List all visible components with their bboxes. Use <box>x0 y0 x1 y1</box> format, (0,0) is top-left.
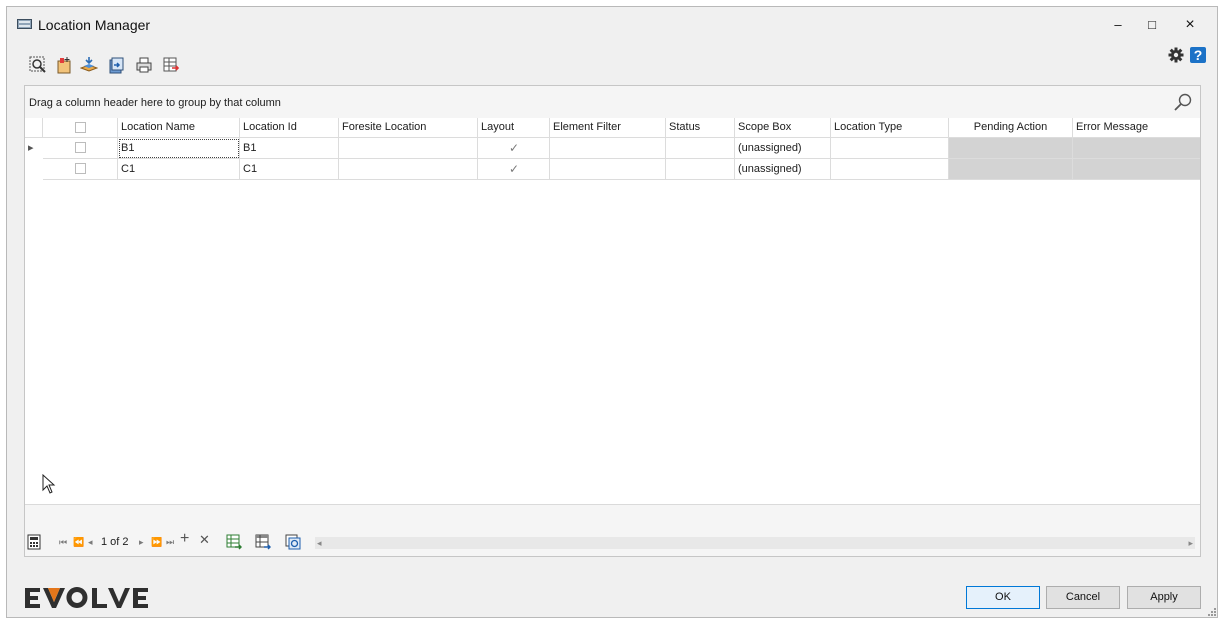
column-header-foresite-location[interactable]: Foresite Location <box>339 118 478 138</box>
column-header-status[interactable]: Status <box>666 118 735 138</box>
column-header-error-message[interactable]: Error Message <box>1073 118 1200 138</box>
cell-location-name[interactable]: C1 <box>118 159 240 180</box>
page-indicator: 1 of 2 <box>101 536 129 548</box>
export-grid-icon[interactable] <box>255 534 272 553</box>
select-all-header[interactable] <box>43 118 118 138</box>
minimize-button[interactable]: – <box>1101 13 1135 37</box>
cell-location-type[interactable] <box>831 159 949 180</box>
column-header-pending-action[interactable]: Pending Action <box>949 118 1073 138</box>
group-panel: Drag a column header here to group by th… <box>25 86 1200 119</box>
ok-button[interactable]: OK <box>966 586 1040 609</box>
add-record-button[interactable]: + <box>180 531 189 547</box>
table-row-select[interactable] <box>43 159 118 180</box>
cell-pending-action <box>949 138 1073 159</box>
cell-layout[interactable]: ✓ <box>478 159 550 180</box>
cell-layout[interactable]: ✓ <box>478 138 550 159</box>
maximize-button[interactable]: □ <box>1135 13 1169 37</box>
export-grid-icon[interactable] <box>162 56 180 74</box>
next-page-button[interactable]: ⏩ <box>151 536 162 548</box>
horizontal-scrollbar[interactable]: ◂ ▸ <box>315 537 1195 549</box>
help-icon[interactable]: ? <box>1190 47 1206 63</box>
import-icon[interactable] <box>80 56 98 74</box>
cell-pending-action <box>949 159 1073 180</box>
settings-gear-icon[interactable] <box>1168 47 1184 63</box>
next-record-button[interactable]: ▸ <box>139 536 144 548</box>
apply-button[interactable]: Apply <box>1127 586 1201 609</box>
calculator-icon[interactable] <box>27 534 41 553</box>
table-row-select[interactable] <box>43 138 118 159</box>
previous-page-button[interactable]: ⏪ <box>73 536 84 548</box>
resize-grip-icon[interactable] <box>1208 607 1216 619</box>
evolve-logo <box>23 584 153 612</box>
column-header-layout[interactable]: Layout <box>478 118 550 138</box>
column-header-location-id[interactable]: Location Id <box>240 118 339 138</box>
search-icon[interactable] <box>1173 92 1193 112</box>
previous-record-button[interactable]: ◂ <box>88 536 93 548</box>
cell-location-type[interactable] <box>831 138 949 159</box>
last-page-button[interactable]: ⏭ <box>166 536 174 548</box>
cell-foresite-location[interactable] <box>339 159 478 180</box>
layout-checkmark[interactable]: ✓ <box>509 163 519 175</box>
app-icon <box>17 18 32 30</box>
cell-foresite-location[interactable] <box>339 138 478 159</box>
column-header-location-type[interactable]: Location Type <box>831 118 949 138</box>
cell-location-id[interactable]: B1 <box>240 138 339 159</box>
refresh-grid-icon[interactable] <box>285 534 301 553</box>
row-indicator-header <box>25 118 43 138</box>
cell-element-filter[interactable] <box>550 159 666 180</box>
export-icon[interactable] <box>107 56 125 74</box>
column-header-location-name[interactable]: Location Name <box>118 118 240 138</box>
grid-footer <box>25 504 1200 530</box>
scroll-left-arrow[interactable]: ◂ <box>317 537 322 549</box>
cell-status[interactable] <box>666 159 735 180</box>
scroll-right-arrow[interactable]: ▸ <box>1188 537 1193 549</box>
column-header-element-filter[interactable]: Element Filter <box>550 118 666 138</box>
print-icon[interactable] <box>135 56 153 74</box>
cell-element-filter[interactable] <box>550 138 666 159</box>
new-location-icon[interactable] <box>55 56 73 74</box>
data-navigator: ⏮ ⏪ ◂ 1 of 2 ▸ ⏩ ⏭ + ✕ ◂ ▸ <box>25 529 1200 556</box>
cell-location-id[interactable]: C1 <box>240 159 339 180</box>
location-manager-window: Location Manager – □ × ? Drag a column h… <box>6 6 1218 618</box>
cell-error-message <box>1073 159 1200 180</box>
group-hint: Drag a column header here to group by th… <box>29 97 281 109</box>
row-checkbox[interactable] <box>75 142 86 153</box>
row-indicator: ▸ <box>25 138 43 159</box>
window-title: Location Manager <box>38 17 151 33</box>
select-all-checkbox[interactable] <box>75 122 86 133</box>
cancel-button[interactable]: Cancel <box>1046 586 1120 609</box>
first-page-button[interactable]: ⏮ <box>59 536 67 548</box>
locations-grid: Drag a column header here to group by th… <box>24 85 1201 557</box>
column-header-scope-box[interactable]: Scope Box <box>735 118 831 138</box>
row-checkbox[interactable] <box>75 163 86 174</box>
mouse-cursor-icon <box>42 473 56 497</box>
cell-scope-box[interactable]: (unassigned) <box>735 159 831 180</box>
cell-error-message <box>1073 138 1200 159</box>
cell-location-name[interactable]: B1 <box>118 138 240 159</box>
cell-scope-box[interactable]: (unassigned) <box>735 138 831 159</box>
title-bar: Location Manager – □ × <box>7 7 1217 43</box>
cell-status[interactable] <box>666 138 735 159</box>
layout-checkmark[interactable]: ✓ <box>509 142 519 154</box>
export-excel-icon[interactable] <box>226 534 243 553</box>
close-button[interactable]: × <box>1173 13 1207 37</box>
zoom-icon[interactable] <box>29 56 47 74</box>
delete-record-button[interactable]: ✕ <box>199 533 210 546</box>
